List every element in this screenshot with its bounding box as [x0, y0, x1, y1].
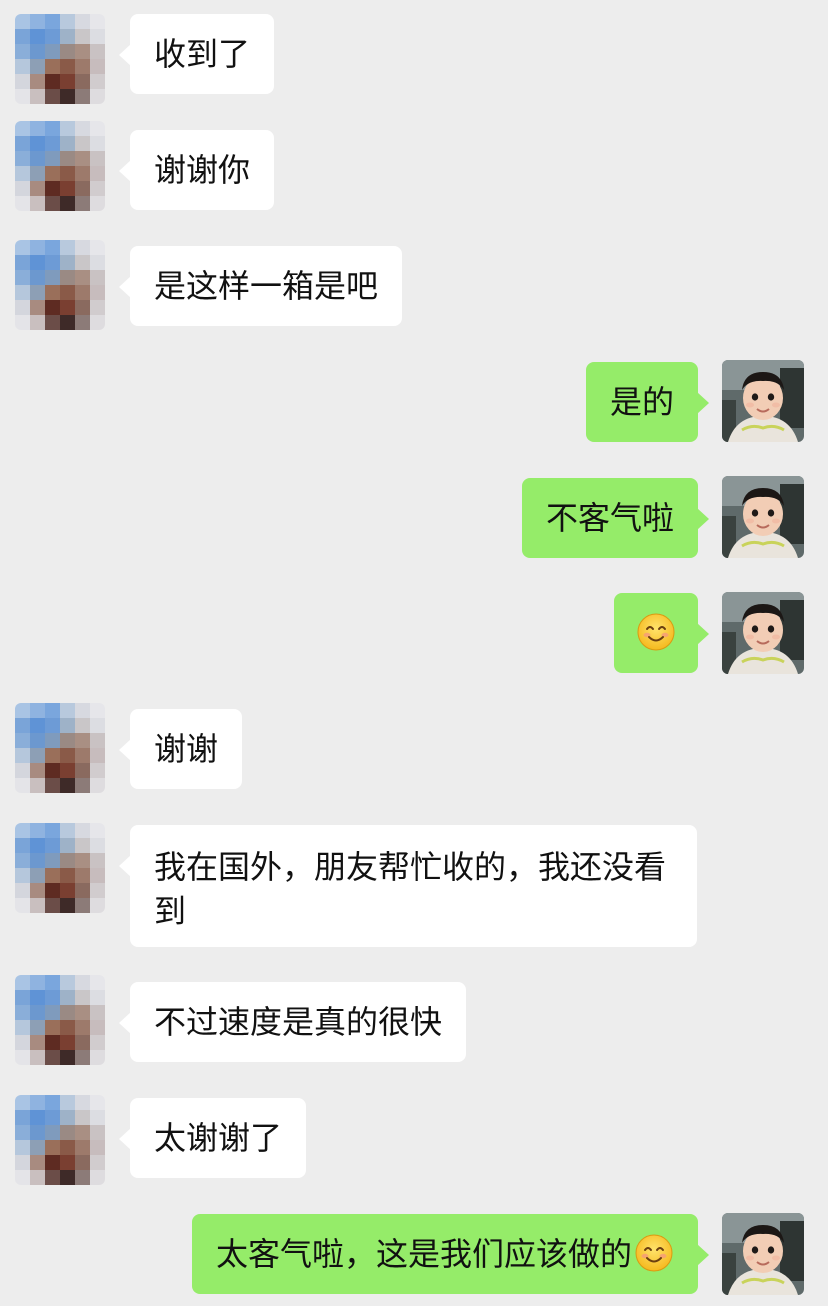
bubble-tail — [119, 1128, 131, 1150]
contact-avatar[interactable] — [15, 823, 105, 913]
incoming-message[interactable]: 不过速度是真的很快 — [119, 982, 467, 1062]
user-avatar[interactable] — [722, 476, 804, 558]
message-text: 太客气啦，这是我们应该做的 — [215, 1235, 632, 1273]
bubble-tail — [119, 44, 131, 66]
message-text: 不客气啦 — [545, 499, 674, 537]
smiling-face-emoji-icon — [636, 612, 676, 652]
incoming-message[interactable]: 谢谢 — [119, 709, 243, 789]
outgoing-message[interactable]: 不客气啦 — [521, 478, 709, 558]
outgoing-message[interactable]: 是的 — [585, 362, 709, 442]
outgoing-message[interactable]: 太客气啦，这是我们应该做的 — [191, 1214, 709, 1294]
contact-avatar[interactable] — [15, 975, 105, 1065]
incoming-message[interactable]: 太谢谢了 — [119, 1098, 307, 1178]
message-text: 是这样一箱是吧 — [154, 267, 379, 305]
message-text: 是的 — [609, 383, 674, 421]
incoming-message[interactable]: 我在国外，朋友帮忙收的，我还没看到 — [119, 825, 697, 947]
message-text: 不过速度是真的很快 — [154, 1003, 443, 1041]
incoming-message[interactable]: 收到了 — [119, 14, 275, 94]
message-text: 太谢谢了 — [154, 1119, 283, 1157]
user-avatar[interactable] — [722, 360, 804, 442]
user-avatar[interactable] — [722, 592, 804, 674]
bubble-tail — [119, 160, 131, 182]
bubble-tail — [119, 739, 131, 761]
contact-avatar[interactable] — [15, 703, 105, 793]
bubble-tail — [119, 276, 131, 298]
bubble-tail — [697, 1244, 709, 1266]
outgoing-message[interactable] — [614, 593, 709, 673]
bubble-tail — [697, 392, 709, 414]
chat-area: 收到了 谢谢你 是这样一箱是吧 是的 不客气啦 谢谢 我在国外，朋友帮忙收的，我… — [0, 0, 828, 1306]
bubble-tail — [119, 1012, 131, 1034]
bubble-tail — [119, 855, 131, 877]
smiling-face-emoji-icon — [634, 1233, 674, 1273]
message-text: 收到了 — [154, 35, 251, 73]
contact-avatar[interactable] — [15, 240, 105, 330]
message-text: 我在国外，朋友帮忙收的，我还没看到 — [154, 848, 667, 930]
bubble-tail — [697, 623, 709, 645]
incoming-message[interactable]: 是这样一箱是吧 — [119, 246, 403, 326]
bubble-tail — [697, 508, 709, 530]
incoming-message[interactable]: 谢谢你 — [119, 130, 275, 210]
user-avatar[interactable] — [722, 1213, 804, 1295]
contact-avatar[interactable] — [15, 14, 105, 104]
contact-avatar[interactable] — [15, 121, 105, 211]
message-text: 谢谢你 — [154, 151, 251, 189]
contact-avatar[interactable] — [15, 1095, 105, 1185]
message-text: 谢谢 — [154, 730, 219, 768]
